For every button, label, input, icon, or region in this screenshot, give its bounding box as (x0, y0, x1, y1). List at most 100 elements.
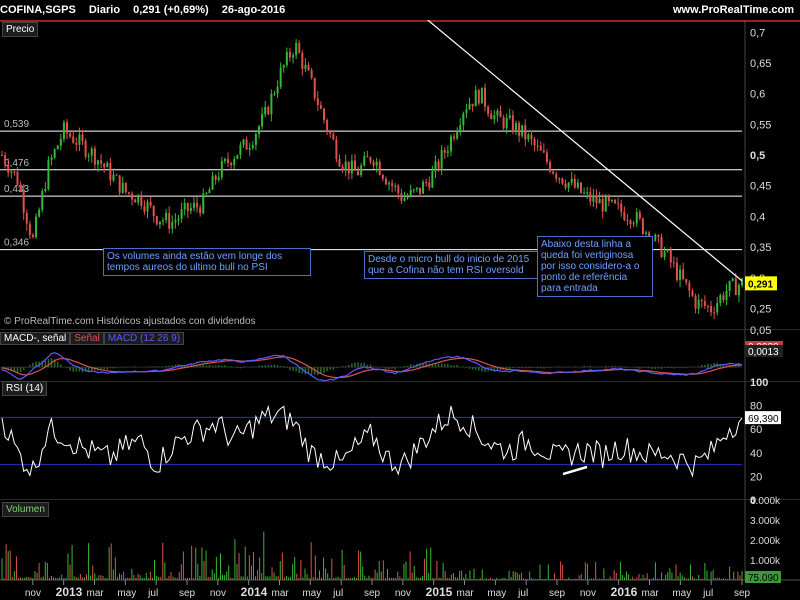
candle-body (109, 163, 112, 181)
candle-body (638, 212, 641, 219)
candle-body (731, 278, 734, 281)
candle-body (369, 157, 372, 162)
candle-body (449, 136, 452, 152)
candle-body (415, 187, 418, 190)
rsi-panel-label: RSI (14) (2, 381, 48, 396)
candle-body (490, 113, 493, 120)
candle-body (35, 216, 38, 238)
candle-body (521, 125, 524, 136)
candle-body (28, 223, 31, 235)
candle-body (264, 106, 267, 115)
candle-body (422, 181, 425, 194)
rsi-y-tick: 60 (750, 424, 762, 436)
candle-body (595, 195, 598, 204)
candle-body (1, 155, 3, 157)
candle-body (171, 222, 174, 229)
candle-body (121, 182, 124, 193)
candle-body (127, 192, 130, 194)
candle-body (124, 182, 127, 193)
candle-body (220, 161, 223, 178)
candle-body (78, 134, 81, 145)
rsi-y-tick: 80 (750, 401, 762, 413)
candle-body (573, 178, 576, 188)
candle-body (601, 198, 604, 212)
candle-body (323, 108, 326, 121)
candle-body (84, 140, 87, 157)
candle-body (434, 161, 437, 172)
candle-body (143, 205, 146, 212)
candle-body (344, 161, 347, 170)
candle-body (180, 209, 183, 219)
candle-body (44, 188, 47, 191)
candle-body (675, 262, 678, 280)
candle-body (468, 103, 471, 110)
candle-body (22, 191, 25, 213)
candle-body (279, 67, 282, 87)
candle-body (607, 196, 610, 202)
candle-body (400, 193, 403, 201)
candle-body (484, 87, 487, 107)
candle-body (737, 285, 740, 295)
candle-body (357, 170, 360, 176)
candle-body (431, 171, 434, 188)
candle-body (69, 133, 72, 137)
candle-body (378, 161, 381, 175)
period: Diario (88, 4, 121, 16)
candle-body (211, 175, 214, 190)
candle-body (604, 196, 607, 212)
x-tick-label: nov (210, 588, 226, 599)
candle-body (115, 174, 118, 176)
candle-body (474, 90, 477, 107)
candle-body (734, 278, 737, 295)
candle-body (62, 122, 65, 139)
candle-body (459, 125, 462, 132)
rsi-y-tick: 20 (750, 471, 762, 483)
rsi-y-tick: 100 (750, 377, 768, 389)
candle-body (254, 134, 257, 145)
candle-body (576, 182, 579, 188)
candle-body (697, 299, 700, 309)
candle-body (162, 220, 165, 222)
candle-body (106, 163, 109, 168)
candle-body (722, 295, 725, 300)
x-tick-label: 2016 (611, 585, 638, 599)
candle-body (19, 184, 22, 192)
candle-body (38, 209, 41, 217)
price-y-tick: 0,5 (750, 150, 765, 162)
candle-body (691, 290, 694, 296)
price-y-tick: 0,45 (750, 181, 771, 193)
site-url[interactable]: www.ProRealTime.com (673, 0, 794, 20)
x-tick-label: sep (734, 588, 751, 599)
candle-body (233, 158, 236, 166)
candle-body (149, 201, 152, 206)
macd-signal-label: Señal (70, 332, 104, 345)
candle-body (227, 158, 230, 163)
candle-body (713, 312, 716, 314)
annotation-trendline: Abaixo desta linha a queda foi vertigino… (537, 236, 653, 297)
x-tick-label: mar (272, 588, 290, 599)
macd-legend: MACD-, señal Señal MACD (12 26 9) (0, 332, 185, 345)
chart-canvas[interactable]: 0,70,650,60,550,50,450,40,350,30,250,539… (0, 20, 800, 600)
support-line-label: 0,346 (4, 238, 29, 249)
candle-body (620, 203, 623, 212)
x-tick-label: mar (87, 588, 105, 599)
candle-body (56, 145, 59, 150)
candle-body (335, 139, 338, 159)
candle-body (16, 171, 19, 185)
candle-body (561, 178, 564, 184)
candle-body (511, 115, 514, 133)
candle-body (688, 282, 691, 291)
candle-body (558, 178, 561, 180)
x-tick-label: nov (580, 588, 596, 599)
x-tick-label: 2015 (426, 585, 453, 599)
candle-body (103, 163, 106, 168)
last-price: 0,291 (+0,69%) (133, 4, 209, 16)
candle-body (403, 198, 406, 201)
candle-body (728, 280, 731, 291)
candle-body (288, 52, 291, 58)
candle-body (502, 117, 505, 129)
candle-body (406, 196, 409, 199)
candle-body (388, 183, 391, 185)
volume-y-tick: 2.000k (750, 536, 781, 547)
candle-body (623, 211, 626, 221)
